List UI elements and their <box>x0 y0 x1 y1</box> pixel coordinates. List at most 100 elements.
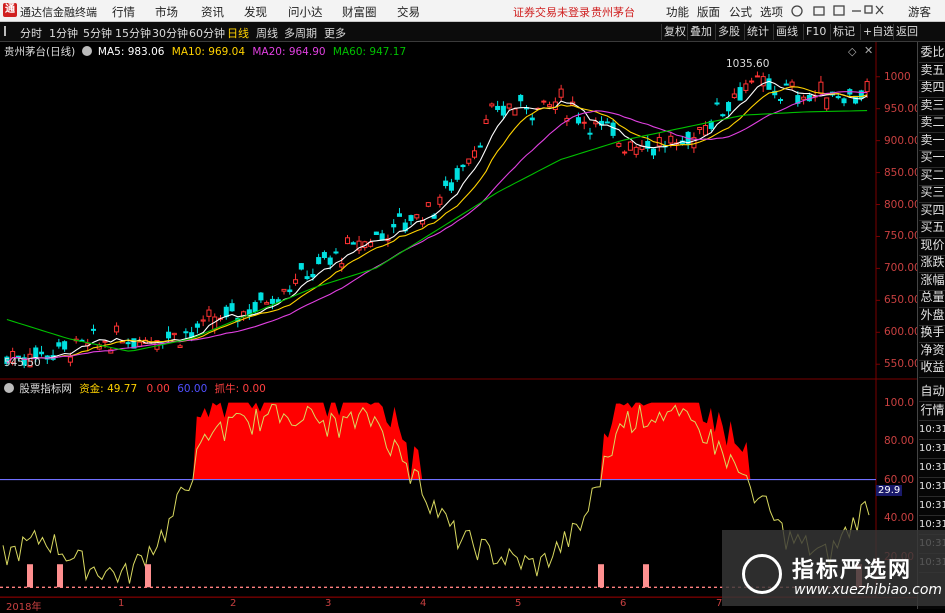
candle-body <box>391 224 397 228</box>
y-tick-label: 600.00 <box>884 326 921 339</box>
tab-30min[interactable]: 30分钟 <box>152 25 188 41</box>
menu-shichang[interactable]: 市场 <box>155 4 178 20</box>
candle-body <box>56 342 62 347</box>
tab-60min[interactable]: 60分钟 <box>189 25 225 41</box>
candle-body <box>373 231 379 235</box>
candle-body <box>316 257 322 265</box>
candle-body <box>466 158 472 164</box>
candle-body <box>102 340 108 343</box>
side-tab-item[interactable]: 收益 <box>919 358 945 378</box>
candle-body <box>731 93 737 99</box>
candle-body <box>835 96 841 99</box>
sub-y-tick-label: 80.00 <box>884 435 915 448</box>
tab-multi-period[interactable]: 多周期 <box>284 25 317 41</box>
tab-daily[interactable]: 日线 <box>227 25 249 41</box>
ma60-line <box>6 110 868 352</box>
menu-wenxiaoda[interactable]: 问小达 <box>288 4 323 20</box>
menu-zixun[interactable]: 资讯 <box>201 4 224 20</box>
menu-caifuquan[interactable]: 财富圈 <box>342 4 377 20</box>
candle-body <box>818 81 824 94</box>
x-tick-label: 6 <box>620 598 627 609</box>
tab-weekly[interactable]: 周线 <box>256 25 278 41</box>
btn-duogu[interactable]: 多股 <box>715 24 742 40</box>
candle-body <box>512 108 518 116</box>
sub-title: 股票指标网 <box>19 383 72 395</box>
menu-xuanxiang[interactable]: 选项 <box>760 4 783 20</box>
x-tick-label: 3 <box>325 598 332 609</box>
candle-body <box>166 331 172 339</box>
trade-login-notice[interactable]: 证券交易未登录 <box>513 4 590 20</box>
candle-body <box>448 182 454 191</box>
candle-body <box>67 356 73 363</box>
candle-body <box>720 114 726 117</box>
y-tick-label: 900.00 <box>884 134 921 147</box>
candle-body <box>587 132 593 135</box>
sub-y-tick-label: 60.00 <box>884 473 915 486</box>
watermark-logo-icon <box>742 554 782 594</box>
menu-hangqing[interactable]: 行情 <box>112 4 135 20</box>
high-price-label: 1035.60 <box>726 58 770 70</box>
ma10-label: MA10: 969.04 <box>171 46 245 58</box>
btn-fanhui[interactable]: 返回 <box>893 24 920 40</box>
tab-15min[interactable]: 15分钟 <box>115 25 151 41</box>
close-icon <box>875 5 884 15</box>
ma10-line <box>6 86 868 364</box>
candle-body <box>293 279 299 284</box>
btn-biaoji[interactable]: 标记 <box>830 24 857 40</box>
time-label: 10:31 <box>919 458 945 478</box>
tab-5min[interactable]: 5分钟 <box>83 25 112 41</box>
y-tick-label: 950.00 <box>884 102 921 115</box>
candle-body <box>477 145 483 148</box>
sub-settings-gear-icon[interactable] <box>4 383 14 393</box>
mail-icon <box>813 6 825 16</box>
chart-back-icon[interactable] <box>4 26 12 36</box>
menu-bar: 通 通达信金融终端 行情 市场 资讯 发现 问小达 财富圈 交易 证券交易未登录… <box>0 0 945 22</box>
close-panel-icon[interactable]: ✕ <box>864 44 873 57</box>
side-tab-item[interactable]: 自动 <box>919 382 945 402</box>
candle-body <box>206 309 212 317</box>
tab-fenshi[interactable]: 分时 <box>20 25 42 41</box>
candle-body <box>125 342 131 345</box>
menu-gongneng[interactable]: 功能 <box>666 4 689 20</box>
y-tick-label: 750.00 <box>884 230 921 243</box>
sub-v2-label: 60.00 <box>177 383 208 395</box>
btn-add-watchlist[interactable]: +自选 <box>860 24 896 40</box>
app-title: 通达信金融终端 <box>20 6 97 19</box>
maximize-icon <box>864 5 873 14</box>
candle-body <box>777 99 784 102</box>
tab-1min[interactable]: 1分钟 <box>49 25 78 41</box>
menu-jiaoyi[interactable]: 交易 <box>397 4 420 20</box>
btn-tongji[interactable]: 统计 <box>744 24 771 40</box>
candle-body <box>408 215 414 222</box>
candle-body <box>171 332 177 336</box>
kline-chart[interactable] <box>0 42 917 609</box>
candle-body <box>864 81 870 93</box>
candle-body <box>327 257 333 265</box>
money-area <box>3 402 869 480</box>
candle-body <box>754 75 760 78</box>
y-tick-label: 1000 <box>884 70 911 83</box>
ma60-label: MA60: 947.17 <box>332 46 407 58</box>
expand-icon[interactable]: ◇ <box>848 45 856 58</box>
side-tab-item[interactable]: 行情 <box>919 401 945 421</box>
x-tick-label: 4 <box>420 598 427 609</box>
menu-faxian[interactable]: 发现 <box>244 4 267 20</box>
candle-body <box>437 196 443 205</box>
tab-more[interactable]: 更多 <box>324 25 346 41</box>
menu-banmian[interactable]: 版面 <box>697 4 720 20</box>
candle-body <box>616 142 622 147</box>
settings-gear-icon[interactable] <box>81 46 92 56</box>
app-logo-icon: 通 <box>3 3 17 17</box>
candle-body <box>489 103 495 107</box>
btn-f10[interactable]: F10 <box>803 24 828 40</box>
candle-body <box>223 306 229 318</box>
ma20-line <box>6 91 868 364</box>
guest-label[interactable]: 游客 <box>908 4 931 20</box>
menu-gongshi[interactable]: 公式 <box>729 4 752 20</box>
candle-body <box>333 251 339 254</box>
btn-fuquan[interactable]: 复权 <box>661 24 688 40</box>
btn-diejia[interactable]: 叠加 <box>687 24 714 40</box>
candle-body <box>604 121 610 124</box>
y-tick-label: 700.00 <box>884 262 921 275</box>
btn-huaxian[interactable]: 画线 <box>773 24 800 40</box>
